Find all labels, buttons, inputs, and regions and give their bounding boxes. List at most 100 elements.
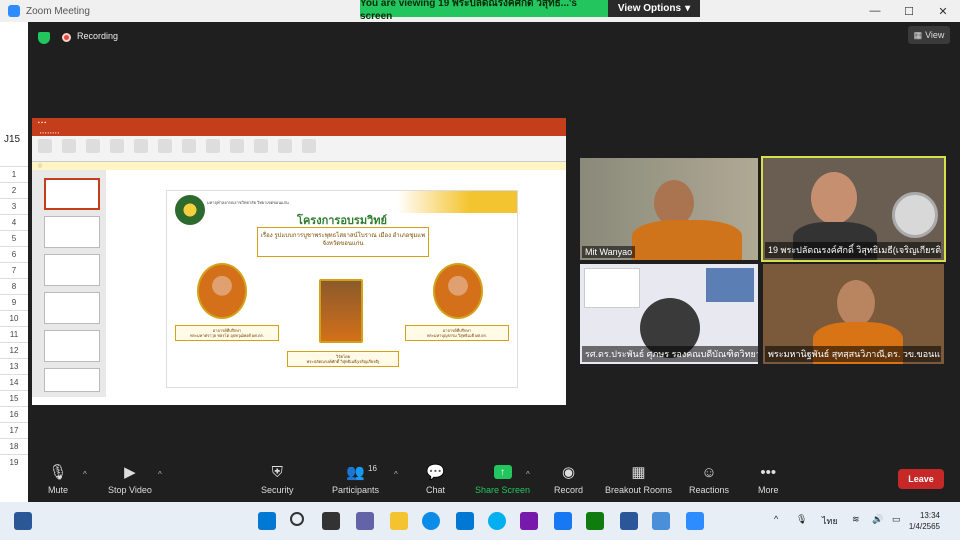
word-icon[interactable] <box>620 512 638 530</box>
close-window-button[interactable]: ✕ <box>926 0 960 22</box>
people-app-icon[interactable] <box>586 512 604 530</box>
caption-name: พระมหาศราวุธ ชยรโต อุปทวุฒิพงศ์ ผศ.ดร. <box>190 333 264 339</box>
row-number[interactable]: 18 <box>0 438 28 454</box>
row-number[interactable]: 1 <box>0 166 28 182</box>
row-number[interactable]: 4 <box>0 214 28 230</box>
row-number[interactable]: 19 <box>0 454 28 470</box>
researcher-photo <box>319 279 363 343</box>
chat-label: Chat <box>426 485 446 495</box>
minimize-button[interactable]: — <box>858 0 892 22</box>
zoom-taskbar-icon[interactable] <box>686 512 704 530</box>
share-screen-button[interactable]: ↑ Share Screen <box>475 462 530 495</box>
viewing-banner: You are viewing 19 พระปลัดณรงค์ศักดิ์ วิ… <box>360 0 700 22</box>
battery-icon[interactable]: ▭ <box>892 514 901 525</box>
chat-button[interactable]: 💬 Chat <box>426 462 445 495</box>
slide-thumbnail <box>44 178 100 210</box>
viewing-message: You are viewing 19 พระปลัดณรงค์ศักดิ์ วิ… <box>360 0 608 22</box>
row-number[interactable]: 7 <box>0 262 28 278</box>
advisor-photo <box>433 263 483 319</box>
widgets-icon[interactable] <box>14 512 32 530</box>
onenote-icon[interactable] <box>520 512 538 530</box>
record-button[interactable]: ◉ Record <box>554 462 583 495</box>
ppt-info-bar: ⓘ <box>32 162 566 170</box>
zoom-logo-icon <box>8 5 20 17</box>
fan-object <box>892 192 938 238</box>
advisor-photo <box>197 263 247 319</box>
row-number[interactable]: 15 <box>0 390 28 406</box>
caret-up-icon[interactable]: ^ <box>394 470 398 479</box>
file-explorer-icon[interactable] <box>390 512 408 530</box>
photos-icon[interactable] <box>652 512 670 530</box>
encryption-shield-icon[interactable] <box>38 32 50 44</box>
background-spreadsheet: J15 1 2 3 4 5 6 7 8 9 10 11 12 13 14 15 16 17 18 19 <box>0 22 28 502</box>
security-button[interactable]: ⛨ Security <box>261 462 294 496</box>
row-number[interactable]: 10 <box>0 310 28 326</box>
mute-button[interactable]: 🎙 Mute <box>48 462 68 495</box>
leave-button[interactable]: Leave <box>898 469 944 489</box>
view-options-label: View Options <box>617 3 682 14</box>
slide-decoration <box>397 191 517 213</box>
caret-up-icon[interactable]: ^ <box>526 470 530 479</box>
row-number[interactable]: 13 <box>0 358 28 374</box>
row-number[interactable]: 2 <box>0 182 28 198</box>
search-icon[interactable] <box>290 512 304 526</box>
row-number[interactable]: 11 <box>0 326 28 342</box>
slide-thumbnails <box>32 170 106 397</box>
stop-video-button[interactable]: ▶ Stop Video <box>108 462 152 495</box>
maximize-button[interactable]: ☐ <box>892 0 926 22</box>
slide-university: มหาจุฬาลงกรณราชวิทยาลัย วิทยาเขตขอนแก่น <box>207 200 289 205</box>
breakout-rooms-button[interactable]: ▦ Breakout Rooms <box>605 462 672 495</box>
row-number[interactable]: 14 <box>0 374 28 390</box>
participant-name: รศ.ดร.ประพันธ์ ศุภษร รองคณบดีบัณฑิตวิทยา… <box>582 346 758 362</box>
caret-up-icon[interactable]: ^ <box>158 470 162 479</box>
ppt-ribbon <box>32 136 566 162</box>
row-number[interactable]: 17 <box>0 422 28 438</box>
task-view-icon[interactable] <box>322 512 340 530</box>
slide-caption: วิจัยโดย พระปลัดณรงค์ศักดิ์ วิสุทธิเมธี(… <box>287 351 399 368</box>
microphone-icon: 🎙 <box>48 464 68 481</box>
row-number[interactable]: 3 <box>0 198 28 214</box>
slide-caption: อาจารย์ที่ปรึกษา พระมหาศราวุธ ชยรโต อุปท… <box>175 325 279 342</box>
view-options-button[interactable]: View Options ▾ <box>608 0 700 17</box>
system-clock[interactable]: 13:34 1/4/2565 <box>909 510 940 532</box>
chevron-down-icon: ▾ <box>685 3 691 14</box>
teams-icon[interactable] <box>356 512 374 530</box>
current-slide: มหาจุฬาลงกรณราชวิทยาลัย วิทยาเขตขอนแก่น … <box>166 190 518 388</box>
grid-icon: ▦ <box>631 464 646 481</box>
language-indicator[interactable]: ไทย <box>822 514 838 528</box>
row-number[interactable]: 5 <box>0 230 28 246</box>
window-controls: — ☐ ✕ <box>858 0 960 22</box>
participant-video-tile[interactable]: Mit Wanyao <box>580 158 758 260</box>
row-number[interactable]: 8 <box>0 278 28 294</box>
reactions-button[interactable]: ☺ Reactions <box>689 462 729 496</box>
participant-robe <box>632 220 742 260</box>
view-button[interactable]: ▦ View <box>908 26 950 44</box>
row-number[interactable]: 9 <box>0 294 28 310</box>
slide-thumbnail <box>44 254 100 286</box>
recording-icon <box>62 33 71 42</box>
microphone-tray-icon[interactable]: 🎙 <box>796 514 807 525</box>
wifi-icon[interactable]: ≋ <box>852 514 860 525</box>
participants-count: 16 <box>368 464 377 473</box>
window-title: Zoom Meeting <box>26 5 90 17</box>
mail-icon[interactable] <box>456 512 474 530</box>
row-number[interactable]: 6 <box>0 246 28 262</box>
slide-thumbnail <box>44 330 100 362</box>
participant-video-tile[interactable]: พระมหานิฐพันธ์ สุทสฺสนวิภาณี,ดร. วข.ขอนแ… <box>763 264 944 364</box>
clock-date: 1/4/2565 <box>908 522 940 532</box>
participant-video-tile-active[interactable]: 19 พระปลัดณรงค์ศักดิ์ วิสุทธิเมธี(เจริญเ… <box>761 156 946 262</box>
participant-face <box>837 280 875 326</box>
more-button[interactable]: ••• More <box>758 462 779 496</box>
speaker-icon[interactable]: 🔊 <box>872 514 883 525</box>
participant-name: 19 พระปลัดณรงค์ศักดิ์ วิสุทธิเมธี(เจริญเ… <box>765 242 941 258</box>
chevron-up-icon[interactable]: ^ <box>774 514 778 524</box>
row-number[interactable]: 12 <box>0 342 28 358</box>
skype-icon[interactable] <box>488 512 506 530</box>
facebook-icon[interactable] <box>554 512 572 530</box>
participant-video-tile[interactable]: รศ.ดร.ประพันธ์ ศุภษร รองคณบดีบัณฑิตวิทยา… <box>580 264 758 364</box>
row-number[interactable]: 16 <box>0 406 28 422</box>
start-icon[interactable] <box>258 512 276 530</box>
shared-screen[interactable]: ▪ ▪ ▪ ▪ ▪ ▪ ▪ ▪ ▪ ▪ ▪ ⓘ มหาจุฬาลงกรณราชว… <box>32 118 566 405</box>
edge-icon[interactable] <box>422 512 440 530</box>
caret-up-icon[interactable]: ^ <box>83 470 87 479</box>
